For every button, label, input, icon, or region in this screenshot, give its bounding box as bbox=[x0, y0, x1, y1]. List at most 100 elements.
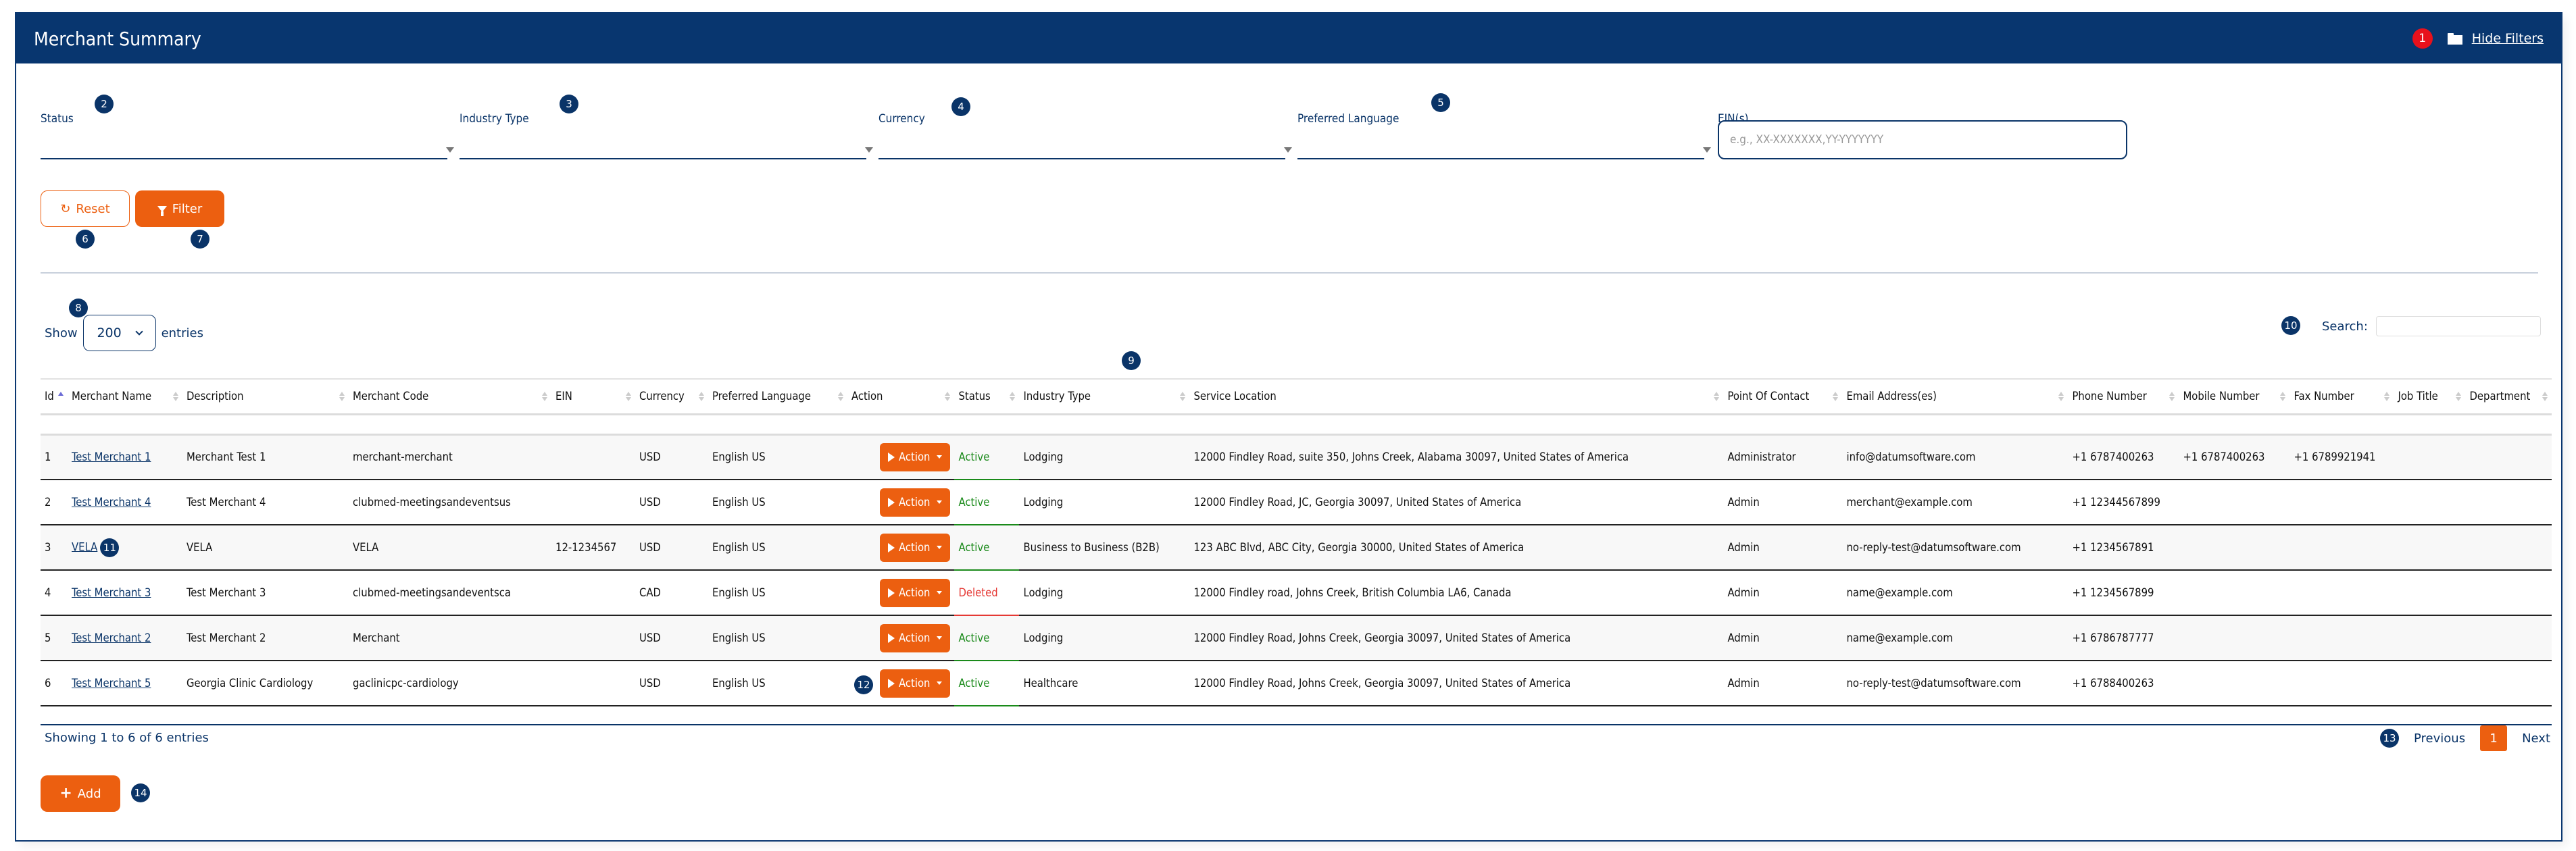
page-1-button[interactable]: 1 bbox=[2480, 725, 2508, 751]
cell-language: English US bbox=[708, 615, 847, 661]
column-header-merchant-code[interactable]: Merchant Code bbox=[349, 378, 551, 415]
column-header-preferred-language[interactable]: Preferred Language bbox=[708, 378, 847, 415]
cell-merchant-code: gaclinicpc-cardiology bbox=[349, 661, 551, 706]
cell-contact: Admin bbox=[1723, 525, 1843, 571]
cell-industry: Lodging bbox=[1019, 480, 1190, 525]
add-merchant-button[interactable]: + Add bbox=[41, 775, 120, 812]
sort-icon bbox=[2542, 391, 2548, 401]
caret-down-icon bbox=[937, 681, 943, 685]
search-control: Search: bbox=[2322, 316, 2541, 336]
status-select[interactable] bbox=[41, 135, 454, 159]
action-dropdown-button[interactable]: Action bbox=[880, 488, 951, 517]
cell-mobile bbox=[2179, 480, 2290, 525]
caret-down-icon bbox=[937, 591, 943, 594]
cell-merchant-code: clubmed-meetingsandeventsca bbox=[349, 570, 551, 616]
cell-fax: +1 6789921941 bbox=[2289, 434, 2394, 480]
sort-icon bbox=[2280, 391, 2286, 401]
column-header-ein[interactable]: EIN bbox=[551, 378, 635, 415]
column-header-department[interactable]: Department bbox=[2465, 378, 2552, 415]
cell-mobile bbox=[2179, 661, 2290, 706]
cell-description: Test Merchant 4 bbox=[182, 480, 349, 525]
cell-fax bbox=[2289, 615, 2394, 661]
cell-merchant-name: Test Merchant 2 bbox=[68, 615, 182, 661]
column-header-description[interactable]: Description bbox=[182, 378, 349, 415]
merchant-name-link[interactable]: Test Merchant 5 bbox=[72, 677, 151, 690]
column-header-status[interactable]: Status bbox=[954, 378, 1020, 415]
cell-contact: Administrator bbox=[1723, 434, 1843, 480]
column-header-email[interactable]: Email Address(es) bbox=[1842, 378, 2069, 415]
cell-status: Active bbox=[954, 661, 1020, 706]
column-header-job-title[interactable]: Job Title bbox=[2394, 378, 2466, 415]
action-label: Action bbox=[899, 677, 931, 690]
filter-button[interactable]: Filter bbox=[135, 190, 224, 227]
column-header-merchant-name[interactable]: Merchant Name bbox=[68, 378, 182, 415]
cell-contact: Admin bbox=[1723, 615, 1843, 661]
column-header-fax[interactable]: Fax Number bbox=[2289, 378, 2394, 415]
column-header-action[interactable]: Action bbox=[847, 378, 955, 415]
column-header-service-location[interactable]: Service Location bbox=[1189, 378, 1724, 415]
plus-icon: + bbox=[59, 785, 72, 802]
industry-type-select[interactable] bbox=[460, 135, 873, 159]
cell-department bbox=[2465, 615, 2552, 661]
play-icon bbox=[888, 452, 895, 462]
merchant-name-link[interactable]: Test Merchant 4 bbox=[72, 496, 151, 509]
search-input[interactable] bbox=[2375, 316, 2541, 336]
preferred-language-select[interactable] bbox=[1297, 135, 1711, 159]
cell-email: name@example.com bbox=[1842, 570, 2069, 616]
merchant-name-link[interactable]: VELA bbox=[72, 540, 97, 553]
action-dropdown-button[interactable]: Action bbox=[880, 669, 951, 698]
currency-select[interactable] bbox=[878, 135, 1292, 159]
column-header-industry-type[interactable]: Industry Type bbox=[1019, 378, 1190, 415]
column-header-mobile[interactable]: Mobile Number bbox=[2179, 378, 2290, 415]
filter-label: Filter bbox=[172, 201, 203, 216]
column-header-id[interactable]: Id bbox=[41, 378, 68, 415]
action-dropdown-button[interactable]: Action bbox=[880, 578, 951, 607]
notification-badge: 1 bbox=[2412, 28, 2433, 49]
add-label: Add bbox=[77, 786, 101, 801]
callout-badge: 7 bbox=[191, 230, 209, 249]
merchant-name-link[interactable]: Test Merchant 2 bbox=[72, 631, 151, 644]
sort-icon bbox=[2169, 391, 2175, 401]
cell-email: no-reply-test@datumsoftware.com bbox=[1842, 525, 2069, 571]
action-dropdown-button[interactable]: Action bbox=[880, 442, 951, 471]
cell-contact: Admin bbox=[1723, 661, 1843, 706]
cell-status: Active bbox=[954, 615, 1020, 661]
callout-badge: 4 bbox=[951, 97, 970, 116]
cell-id: 2 bbox=[41, 480, 68, 525]
cell-mobile: +1 6787400263 bbox=[2179, 434, 2290, 480]
cell-action: Action bbox=[847, 480, 955, 525]
page-length-select[interactable]: 200 bbox=[82, 315, 156, 351]
cell-merchant-name: Test Merchant 4 bbox=[68, 480, 182, 525]
cell-id: 6 bbox=[41, 661, 68, 706]
show-label: Show bbox=[45, 326, 78, 340]
callout-badge: 6 bbox=[76, 230, 95, 249]
cell-job-title bbox=[2394, 570, 2466, 616]
column-header-currency[interactable]: Currency bbox=[635, 378, 708, 415]
currency-filter-label: Currency bbox=[878, 112, 925, 126]
ein-input[interactable] bbox=[1718, 120, 2127, 159]
previous-page-button[interactable]: Previous bbox=[2414, 731, 2465, 746]
action-label: Action bbox=[899, 450, 931, 464]
callout-badge: 2 bbox=[95, 95, 114, 113]
status-badge: Active bbox=[958, 677, 990, 690]
cell-mobile bbox=[2179, 570, 2290, 616]
reset-button[interactable]: ↻ Reset bbox=[41, 190, 130, 227]
action-dropdown-button[interactable]: Action bbox=[880, 623, 951, 652]
action-dropdown-button[interactable]: Action bbox=[880, 533, 951, 562]
callout-badge: 14 bbox=[131, 783, 150, 802]
status-filter-label: Status bbox=[41, 112, 74, 126]
next-page-button[interactable]: Next bbox=[2522, 731, 2550, 746]
column-header-phone[interactable]: Phone Number bbox=[2068, 378, 2179, 415]
merchant-name-link[interactable]: Test Merchant 3 bbox=[72, 586, 151, 599]
column-header-point-of-contact[interactable]: Point Of Contact bbox=[1723, 378, 1843, 415]
cell-phone: +1 1234567899 bbox=[2068, 570, 2179, 616]
hide-filters-link[interactable]: Hide Filters bbox=[2447, 31, 2544, 46]
cell-phone: +1 6786787777 bbox=[2068, 615, 2179, 661]
table-row: 4 Test Merchant 3 Test Merchant 3 clubmed-m… bbox=[41, 570, 2552, 616]
cell-mobile bbox=[2179, 525, 2290, 571]
cell-fax bbox=[2289, 525, 2394, 571]
cell-mobile bbox=[2179, 615, 2290, 661]
merchant-name-link[interactable]: Test Merchant 1 bbox=[72, 450, 151, 463]
sort-icon bbox=[2456, 391, 2462, 401]
table-row: 2 Test Merchant 4 Test Merchant 4 clubmed-m… bbox=[41, 480, 2552, 525]
